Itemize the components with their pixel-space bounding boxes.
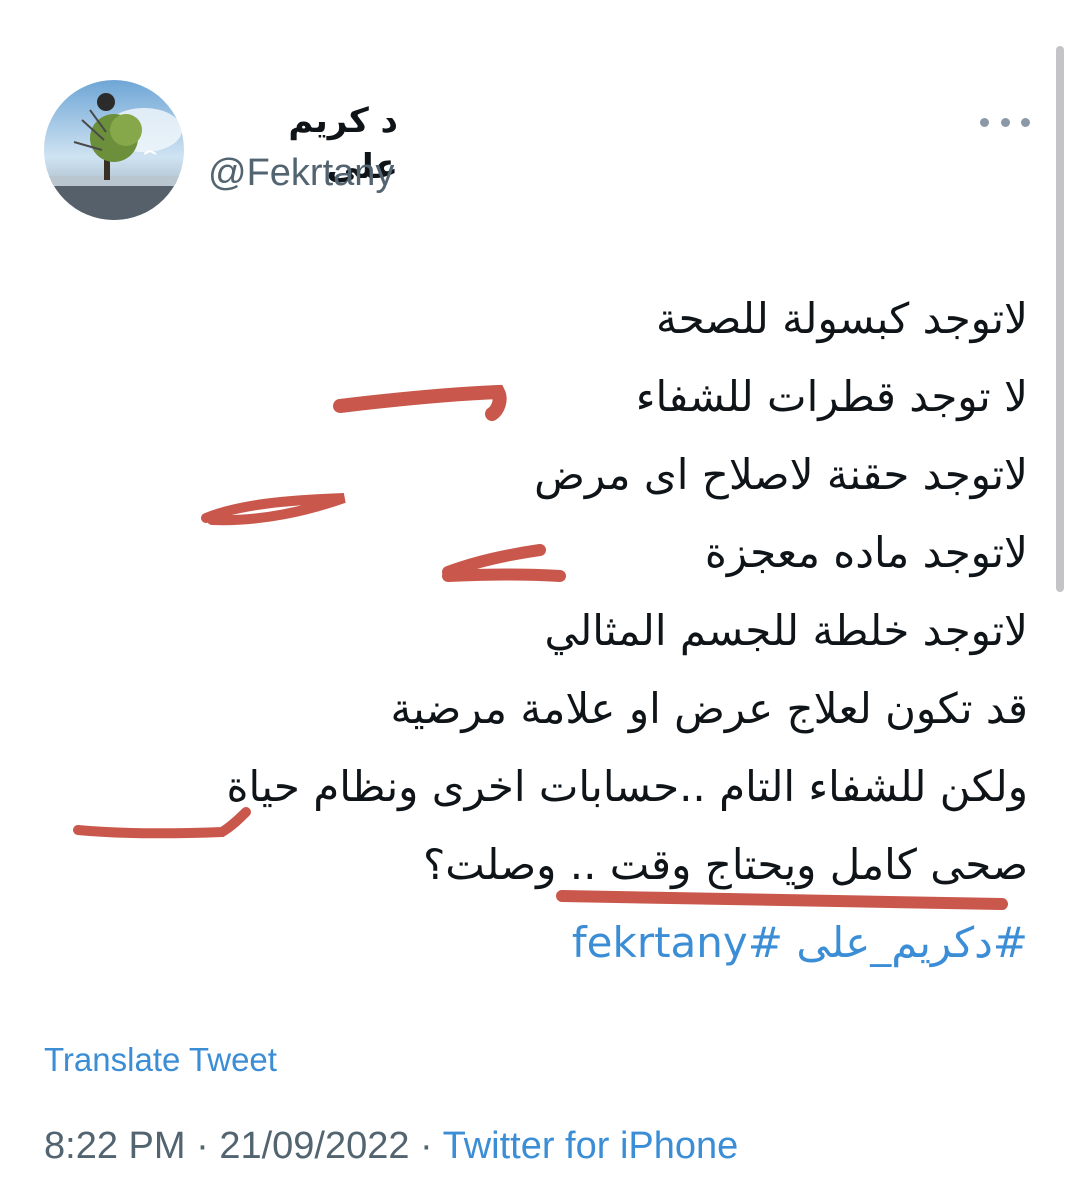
tweet-line: ولكن للشفاء التام ..حسابات اخرى ونظام حي… bbox=[226, 762, 1028, 811]
dot bbox=[1021, 117, 1030, 127]
tweet-line: لاتوجد ماده معجزة bbox=[704, 528, 1028, 577]
more-options-icon[interactable] bbox=[980, 104, 1030, 140]
tweet-line: صحى كامل ويحتاج وقت .. وصلت؟ bbox=[423, 840, 1028, 889]
tweet-line: قد تكون لعلاج عرض او علامة مرضية bbox=[390, 684, 1028, 733]
tweet-metadata: 8:22 PM · 21/09/2022 · Twitter for iPhon… bbox=[44, 1120, 738, 1172]
tweet-line: لاتوجد كبسولة للصحة bbox=[656, 294, 1028, 343]
tweet-line: لاتوجد خلطة للجسم المثالي bbox=[544, 606, 1029, 655]
avatar-landscape-tree-image bbox=[44, 80, 184, 220]
tweet-source-link[interactable]: Twitter for iPhone bbox=[443, 1125, 739, 1167]
scrollbar[interactable] bbox=[1056, 46, 1064, 592]
tweet-time[interactable]: 8:22 PM bbox=[44, 1125, 186, 1167]
user-handle[interactable]: @Fekrtany bbox=[208, 150, 394, 196]
meta-separator: · bbox=[409, 1125, 443, 1167]
meta-separator: · bbox=[185, 1125, 220, 1167]
dot bbox=[980, 117, 989, 127]
avatar[interactable] bbox=[44, 80, 184, 220]
tweet-text: لاتوجد كبسولة للصحة لا توجد قطرات للشفاء… bbox=[30, 280, 1028, 982]
tweet-date[interactable]: 21/09/2022 bbox=[219, 1125, 409, 1167]
tweet-line: لاتوجد حقنة لاصلاح اى مرض bbox=[534, 450, 1028, 499]
dot bbox=[1000, 117, 1010, 127]
tweet-line: لا توجد قطرات للشفاء bbox=[635, 372, 1028, 421]
hashtag-links[interactable]: #دكريم_على #fekrtany bbox=[30, 904, 1028, 982]
translate-tweet-link[interactable]: Translate Tweet bbox=[44, 1038, 277, 1082]
